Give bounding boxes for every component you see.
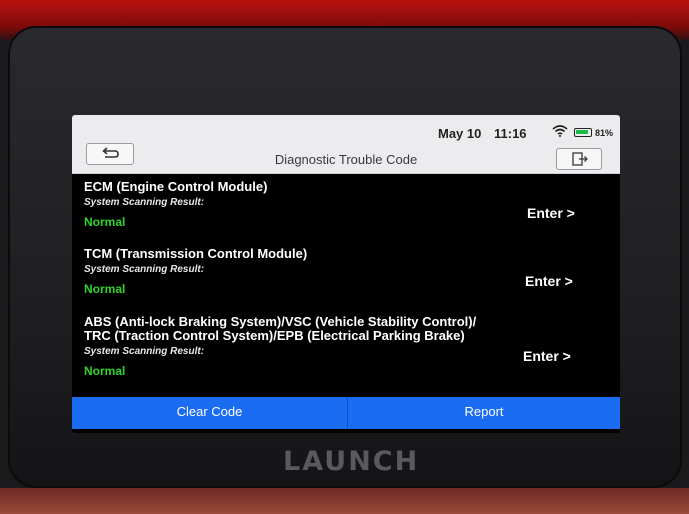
- report-button[interactable]: Report: [348, 397, 620, 429]
- device-screen: May 10 11:16 81% Diagnostic Trouble Code: [72, 115, 620, 433]
- footer-toolbar: Clear Code Report: [72, 397, 620, 433]
- brand-logo: LAUNCH: [283, 446, 420, 477]
- table-surface: [0, 488, 689, 514]
- enter-button-abs[interactable]: Enter >: [523, 348, 571, 364]
- module-list: ECM (Engine Control Module) System Scann…: [72, 174, 620, 398]
- clear-code-button[interactable]: Clear Code: [72, 397, 348, 429]
- battery-percent: 81%: [595, 128, 614, 138]
- title-bar: Diagnostic Trouble Code: [72, 143, 620, 174]
- status-badge: Normal: [84, 364, 126, 378]
- module-name: TCM (Transmission Control Module): [84, 246, 308, 261]
- enter-button-tcm[interactable]: Enter >: [525, 273, 573, 289]
- page-title: Diagnostic Trouble Code: [274, 152, 418, 167]
- exit-icon: [572, 152, 588, 166]
- exit-button[interactable]: [556, 148, 602, 170]
- module-name-line1: ABS (Anti-lock Braking System)/VSC (Vehi…: [84, 314, 477, 329]
- module-name-line2: TRC (Traction Control System)/EPB (Elect…: [84, 328, 465, 343]
- status-bar: May 10 11:16 81%: [72, 115, 620, 143]
- enter-button-ecm[interactable]: Enter >: [527, 205, 575, 221]
- status-date: May 10: [438, 126, 482, 141]
- device-photo: LAUNCH May 10 11:16 81% Diagnostic Troub…: [0, 0, 689, 514]
- list-item-abs[interactable]: ABS (Anti-lock Braking System)/VSC (Vehi…: [84, 314, 614, 379]
- wifi-icon: [552, 125, 568, 137]
- module-name: ECM (Engine Control Module): [84, 179, 268, 194]
- battery-icon: [574, 128, 592, 137]
- status-time: 11:16: [494, 126, 527, 141]
